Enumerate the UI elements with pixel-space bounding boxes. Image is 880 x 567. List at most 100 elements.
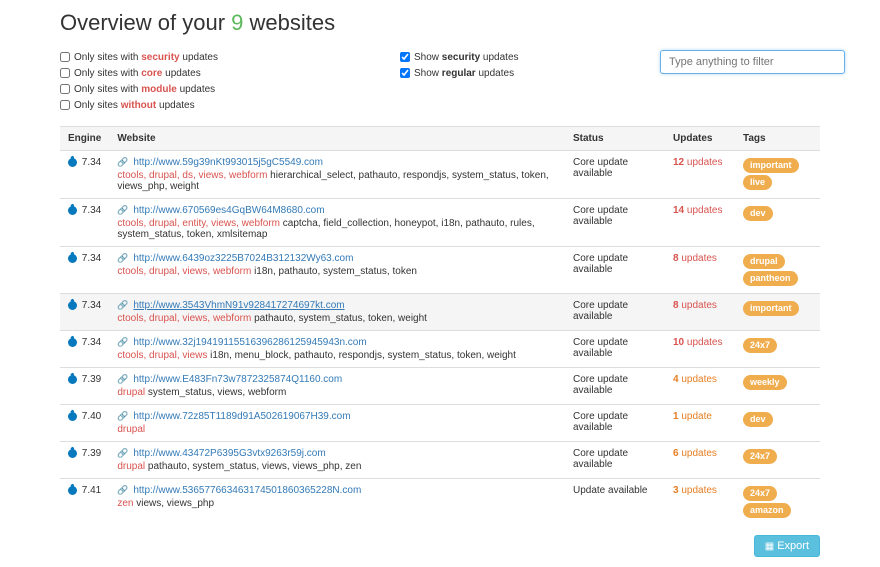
engine-cell: 7.40: [60, 405, 109, 442]
page-title: Overview of your 9 websites: [60, 10, 820, 36]
updates-cell[interactable]: 4 updates: [665, 368, 735, 405]
drupal-icon: [68, 412, 77, 421]
updates-cell[interactable]: 14 updates: [665, 199, 735, 247]
engine-cell: 7.34: [60, 331, 109, 368]
filter-search-input[interactable]: [660, 50, 845, 74]
table-row: 7.34 🔗 http://www.3543VhmN91v928417274697…: [60, 294, 820, 331]
tags-cell: drupal pantheon: [735, 247, 820, 294]
drupal-icon: [68, 158, 77, 167]
filter-only-without[interactable]: Only sites without updates: [60, 98, 400, 114]
tags-cell: important live: [735, 151, 820, 199]
site-link[interactable]: http://www.59g39nKt993015j5gC5549.com: [133, 157, 323, 168]
table-row: 7.39🔗 http://www.43472P6395G3vtx9263r59j…: [60, 442, 820, 479]
checkbox-only-core[interactable]: [60, 68, 70, 78]
site-link[interactable]: http://www.6439oz3225B7024B312132Wy63.co…: [133, 253, 353, 264]
filter-only-module[interactable]: Only sites with module updates: [60, 82, 400, 98]
col-engine[interactable]: Engine: [60, 127, 109, 151]
engine-cell: 7.39: [60, 368, 109, 405]
table-row: 7.39🔗 http://www.E483Fn73w7872325874Q116…: [60, 368, 820, 405]
col-tags[interactable]: Tags: [735, 127, 820, 151]
updates-cell[interactable]: 3 updates: [665, 479, 735, 526]
link-icon: 🔗: [117, 157, 128, 167]
updates-cell[interactable]: 10 updates: [665, 331, 735, 368]
table-row: 7.34🔗 http://www.6439oz3225B7024B312132W…: [60, 247, 820, 294]
engine-cell: 7.41: [60, 479, 109, 526]
updates-cell[interactable]: 6 updates: [665, 442, 735, 479]
tag-badge[interactable]: 24x7: [743, 338, 777, 353]
modules-security: ctools, drupal, ds, views, webform: [117, 170, 267, 181]
modules-security: ctools, drupal, views, webform: [117, 313, 251, 324]
checkbox-only-without[interactable]: [60, 100, 70, 110]
site-link[interactable]: http://www.43472P6395G3vtx9263r59j.com: [133, 448, 325, 459]
table-row: 7.34🔗 http://www.670569es4GqBW64M8680.co…: [60, 199, 820, 247]
checkbox-show-regular[interactable]: [400, 68, 410, 78]
updates-cell[interactable]: 12 updates: [665, 151, 735, 199]
status-cell: Core update available: [565, 294, 665, 331]
updates-cell[interactable]: 1 update: [665, 405, 735, 442]
tag-badge[interactable]: important: [743, 158, 799, 173]
tag-badge[interactable]: 24x7: [743, 486, 777, 501]
website-cell: 🔗 http://www.6439oz3225B7024B312132Wy63.…: [109, 247, 565, 294]
modules-security: zen: [117, 498, 133, 509]
tag-badge[interactable]: weekly: [743, 375, 787, 390]
status-cell: Core update available: [565, 442, 665, 479]
status-cell: Core update available: [565, 199, 665, 247]
export-button[interactable]: ▦Export: [754, 535, 820, 557]
drupal-icon: [68, 301, 77, 310]
engine-cell: 7.34: [60, 247, 109, 294]
website-cell: 🔗 http://www.72z85T1189d91A502619067H39.…: [109, 405, 565, 442]
drupal-icon: [68, 254, 77, 263]
website-cell: 🔗 http://www.32j194191155163962861259459…: [109, 331, 565, 368]
drupal-icon: [68, 449, 77, 458]
updates-cell[interactable]: 8 updates: [665, 247, 735, 294]
col-website[interactable]: Website: [109, 127, 565, 151]
tag-badge[interactable]: dev: [743, 412, 773, 427]
link-icon: 🔗: [117, 300, 128, 310]
modules-regular: i18n, menu_block, pathauto, respondjs, s…: [207, 350, 516, 361]
col-status[interactable]: Status: [565, 127, 665, 151]
site-link[interactable]: http://www.536577663463174501860365228N.…: [133, 485, 361, 496]
updates-cell[interactable]: 8 updates: [665, 294, 735, 331]
tag-badge[interactable]: important: [743, 301, 799, 316]
tag-badge[interactable]: dev: [743, 206, 773, 221]
tag-badge[interactable]: pantheon: [743, 271, 798, 286]
status-cell: Core update available: [565, 331, 665, 368]
engine-cell: 7.39: [60, 442, 109, 479]
site-link[interactable]: http://www.3543VhmN91v928417274697kt.com: [133, 300, 344, 311]
filter-show-security[interactable]: Show security updates: [400, 50, 660, 66]
engine-cell: 7.34: [60, 199, 109, 247]
table-row: 7.40🔗 http://www.72z85T1189d91A502619067…: [60, 405, 820, 442]
tag-badge[interactable]: amazon: [743, 503, 791, 518]
table-row: 7.34🔗 http://www.59g39nKt993015j5gC5549.…: [60, 151, 820, 199]
drupal-icon: [68, 375, 77, 384]
modules-security: drupal: [117, 424, 145, 435]
sites-table: Engine Website Status Updates Tags 7.34🔗…: [60, 126, 820, 525]
checkbox-show-security[interactable]: [400, 52, 410, 62]
modules-security: drupal: [117, 387, 145, 398]
website-cell: 🔗 http://www.43472P6395G3vtx9263r59j.com…: [109, 442, 565, 479]
link-icon: 🔗: [117, 253, 128, 263]
modules-security: ctools, drupal, views, webform: [117, 266, 251, 277]
site-link[interactable]: http://www.72z85T1189d91A502619067H39.co…: [133, 411, 350, 422]
website-cell: 🔗 http://www.670569es4GqBW64M8680.comcto…: [109, 199, 565, 247]
checkbox-only-module[interactable]: [60, 84, 70, 94]
site-link[interactable]: http://www.E483Fn73w7872325874Q1160.com: [133, 374, 342, 385]
drupal-icon: [68, 206, 77, 215]
tag-badge[interactable]: 24x7: [743, 449, 777, 464]
filter-only-security[interactable]: Only sites with security updates: [60, 50, 400, 66]
tag-badge[interactable]: drupal: [743, 254, 785, 269]
site-link[interactable]: http://www.670569es4GqBW64M8680.com: [133, 205, 324, 216]
link-icon: 🔗: [117, 411, 128, 421]
status-cell: Core update available: [565, 151, 665, 199]
col-updates[interactable]: Updates: [665, 127, 735, 151]
tag-badge[interactable]: live: [743, 175, 772, 190]
drupal-icon: [68, 338, 77, 347]
modules-regular: views, views_php: [133, 498, 214, 509]
status-cell: Core update available: [565, 247, 665, 294]
filter-only-core[interactable]: Only sites with core updates: [60, 66, 400, 82]
checkbox-only-security[interactable]: [60, 52, 70, 62]
filter-show-regular[interactable]: Show regular updates: [400, 66, 660, 82]
site-link[interactable]: http://www.32j19419115516396286125945943…: [133, 337, 366, 348]
engine-cell: 7.34: [60, 294, 109, 331]
grid-icon: ▦: [765, 541, 774, 552]
